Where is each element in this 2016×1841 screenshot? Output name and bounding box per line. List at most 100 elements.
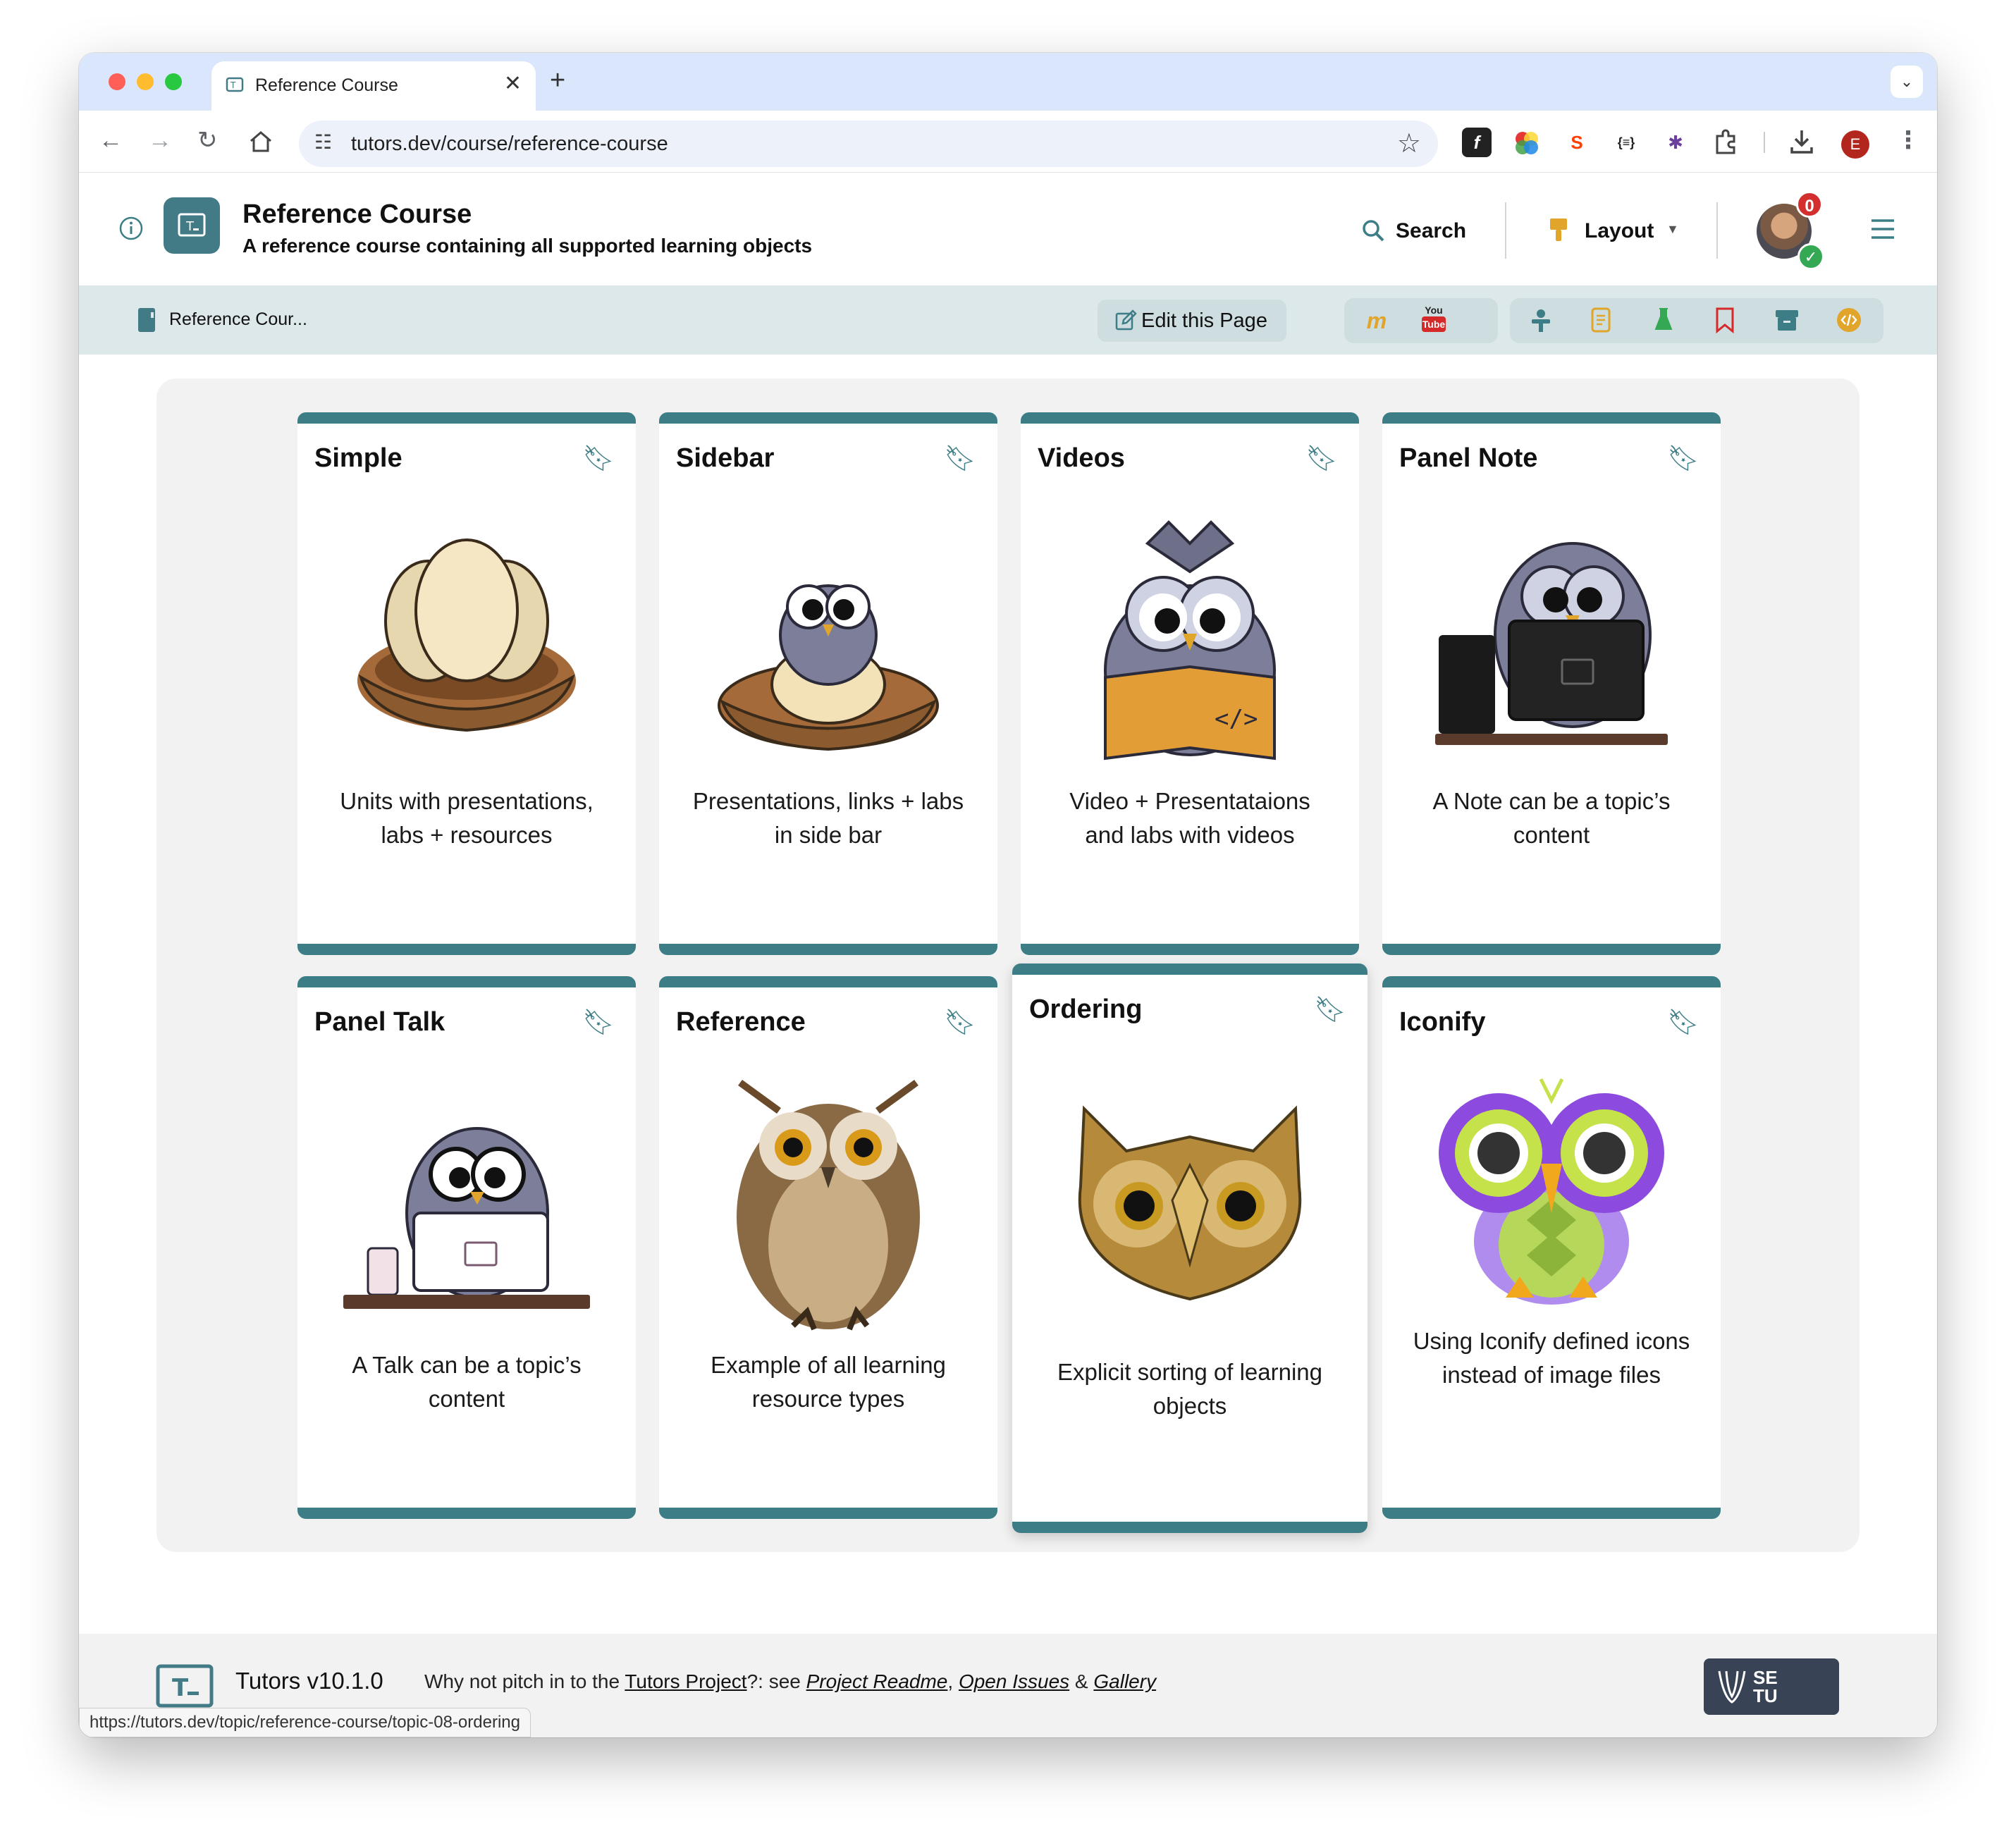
- svelte-extension-icon[interactable]: S: [1562, 128, 1592, 157]
- card-title: Ordering: [1029, 995, 1143, 1024]
- address-bar[interactable]: ☷ tutors.dev/course/reference-course ☆: [299, 121, 1438, 167]
- layout-button[interactable]: Layout: [1585, 219, 1654, 243]
- owl-at-computer-image: [1435, 542, 1668, 745]
- note-icon[interactable]: [1590, 307, 1613, 333]
- youtube-icon-top: You: [1425, 304, 1443, 316]
- topic-card-sidebar[interactable]: Sidebar 🔖︎ Presentations, links + labs in…: [659, 412, 997, 955]
- minimize-window-button[interactable]: [137, 73, 154, 90]
- site-settings-icon[interactable]: ☷: [314, 130, 332, 154]
- card-description-line: and labs with videos: [1085, 822, 1295, 848]
- card-description-line: Video + Presentataions: [1069, 788, 1310, 814]
- tab-search-chevron-icon[interactable]: ⌄: [1891, 66, 1923, 98]
- card-title: Panel Note: [1399, 443, 1538, 473]
- extensions-puzzle-icon[interactable]: [1713, 129, 1740, 156]
- topic-card-iconify[interactable]: Iconify 🔖︎ Using Iconify defined icons in…: [1382, 976, 1721, 1519]
- color-wheel-extension-icon[interactable]: [1513, 129, 1541, 157]
- back-arrow-icon[interactable]: ←: [99, 126, 123, 154]
- reload-icon[interactable]: ↻: [197, 126, 218, 154]
- card-description-line: resource types: [751, 1386, 905, 1412]
- json-extension-icon[interactable]: {≡}: [1611, 128, 1641, 157]
- bookmark-icon[interactable]: 🔖︎: [1314, 995, 1346, 1024]
- code-icon[interactable]: [1836, 307, 1862, 333]
- topic-cards-panel: Simple 🔖︎ Units with presentations, labs …: [156, 378, 1860, 1552]
- fx-extension-icon[interactable]: f: [1462, 128, 1492, 157]
- tutors-project-link[interactable]: Tutors Project: [625, 1670, 746, 1692]
- card-description-line: objects: [1153, 1393, 1227, 1419]
- topic-card-panel-talk[interactable]: Panel Talk 🔖︎ A Talk can be a topic’s con…: [297, 976, 636, 1519]
- profile-avatar[interactable]: E: [1841, 130, 1869, 159]
- open-issues-link[interactable]: Open Issues: [959, 1670, 1069, 1692]
- bookmark-icon[interactable]: 🔖︎: [944, 443, 976, 473]
- golden-owl-face-image: [1078, 1105, 1302, 1301]
- lab-flask-icon[interactable]: [1652, 307, 1675, 333]
- moodle-icon[interactable]: m: [1363, 309, 1391, 332]
- project-readme-link[interactable]: Project Readme: [806, 1670, 948, 1692]
- tutors-favicon-icon: T: [226, 77, 244, 92]
- tutors-footer-logo-icon[interactable]: T: [155, 1663, 214, 1708]
- learning-objects-group: [1510, 298, 1883, 343]
- forward-arrow-icon[interactable]: →: [148, 126, 172, 154]
- hamburger-menu-icon[interactable]: [1869, 218, 1896, 240]
- bookmark-icon[interactable]: 🔖︎: [582, 443, 615, 473]
- youtube-icon[interactable]: You Tube: [1422, 305, 1446, 336]
- topic-card-reference[interactable]: Reference 🔖︎ Example of all learning reso…: [659, 976, 997, 1519]
- card-description-line: A Note can be a topic’s: [1432, 788, 1671, 814]
- panel-talk-icon[interactable]: [1528, 308, 1554, 333]
- edit-icon: [1115, 309, 1137, 331]
- card-description-line: Using Iconify defined icons: [1413, 1328, 1690, 1354]
- card-description-line: in side bar: [774, 822, 883, 848]
- card-title: Iconify: [1399, 1007, 1486, 1037]
- search-button[interactable]: Search: [1396, 219, 1466, 243]
- bookmark-icon[interactable]: 🔖︎: [582, 1007, 615, 1037]
- info-icon[interactable]: [118, 216, 144, 241]
- gallery-link[interactable]: Gallery: [1093, 1670, 1156, 1692]
- bookmark-icon[interactable]: 🔖︎: [1305, 443, 1338, 473]
- bookmark-star-icon[interactable]: ☆: [1397, 128, 1421, 159]
- footer-text-prefix: Why not pitch in to the: [424, 1670, 625, 1692]
- svg-text:T: T: [185, 219, 195, 234]
- topic-card-simple[interactable]: Simple 🔖︎ Units with presentations, labs …: [297, 412, 636, 955]
- search-icon[interactable]: [1360, 218, 1386, 243]
- card-title: Simple: [314, 443, 402, 473]
- bookmark-outline-icon[interactable]: [1714, 307, 1735, 333]
- archive-icon[interactable]: [1774, 307, 1800, 333]
- bookmark-icon[interactable]: 🔖︎: [944, 1007, 976, 1037]
- topic-card-panel-note[interactable]: Panel Note 🔖︎ A Note can be a topic’s con…: [1382, 412, 1721, 955]
- browser-window: T Reference Course ✕ + ⌄ ← → ↻ ☷ tutors.…: [79, 53, 1937, 1737]
- online-check-icon: ✓: [1797, 243, 1824, 270]
- paint-brush-icon: [1550, 218, 1567, 241]
- owlet-hatching-in-nest-image: [718, 584, 939, 751]
- setu-logo-text-1: SE: [1753, 1667, 1778, 1688]
- bee-extension-icon[interactable]: ✱: [1661, 128, 1690, 157]
- browser-menu-icon[interactable]: ⋮: [1896, 126, 1920, 154]
- maximize-window-button[interactable]: [165, 73, 182, 90]
- svg-text:</>: </>: [1215, 705, 1258, 733]
- new-tab-button[interactable]: +: [550, 67, 565, 94]
- close-window-button[interactable]: [109, 73, 125, 90]
- app-header: T Reference Course A reference course co…: [79, 173, 1937, 285]
- card-description-line: A Talk can be a topic’s: [352, 1352, 582, 1378]
- setu-emblem-icon: [1718, 1670, 1746, 1704]
- card-description: Video + Presentataions and labs with vide…: [1035, 784, 1345, 852]
- bookmark-icon[interactable]: 🔖︎: [1667, 443, 1700, 473]
- topic-card-ordering[interactable]: Ordering 🔖︎ Explicit sorting of learning…: [1012, 963, 1367, 1533]
- course-logo[interactable]: T: [164, 197, 220, 254]
- owl-reading-code-book-image: </>: [1104, 520, 1276, 761]
- card-description: Example of all learning resource types: [673, 1348, 983, 1416]
- tab-reference-course[interactable]: T Reference Course ✕: [211, 61, 536, 111]
- course-subtitle: A reference course containing all suppor…: [242, 235, 813, 257]
- close-tab-icon[interactable]: ✕: [504, 71, 522, 96]
- edit-page-button[interactable]: Edit this Page: [1098, 300, 1286, 342]
- card-description-line: Units with presentations,: [340, 788, 594, 814]
- topic-card-videos[interactable]: Videos 🔖︎ </> Video + Presentataions and …: [1021, 412, 1359, 955]
- bookmark-icon[interactable]: 🔖︎: [1667, 1007, 1700, 1037]
- tab-title: Reference Course: [255, 75, 398, 95]
- setu-logo[interactable]: SE TU: [1704, 1658, 1839, 1715]
- home-icon[interactable]: [248, 129, 273, 154]
- layout-dropdown-caret-icon[interactable]: ▼: [1666, 222, 1679, 237]
- card-description-line: content: [1513, 822, 1590, 848]
- card-title: Panel Talk: [314, 1007, 445, 1037]
- course-navigation-bar: Reference Cour... Edit this Page m You T…: [79, 285, 1937, 355]
- breadcrumb[interactable]: Reference Cour...: [169, 309, 307, 330]
- downloads-icon[interactable]: [1788, 128, 1816, 156]
